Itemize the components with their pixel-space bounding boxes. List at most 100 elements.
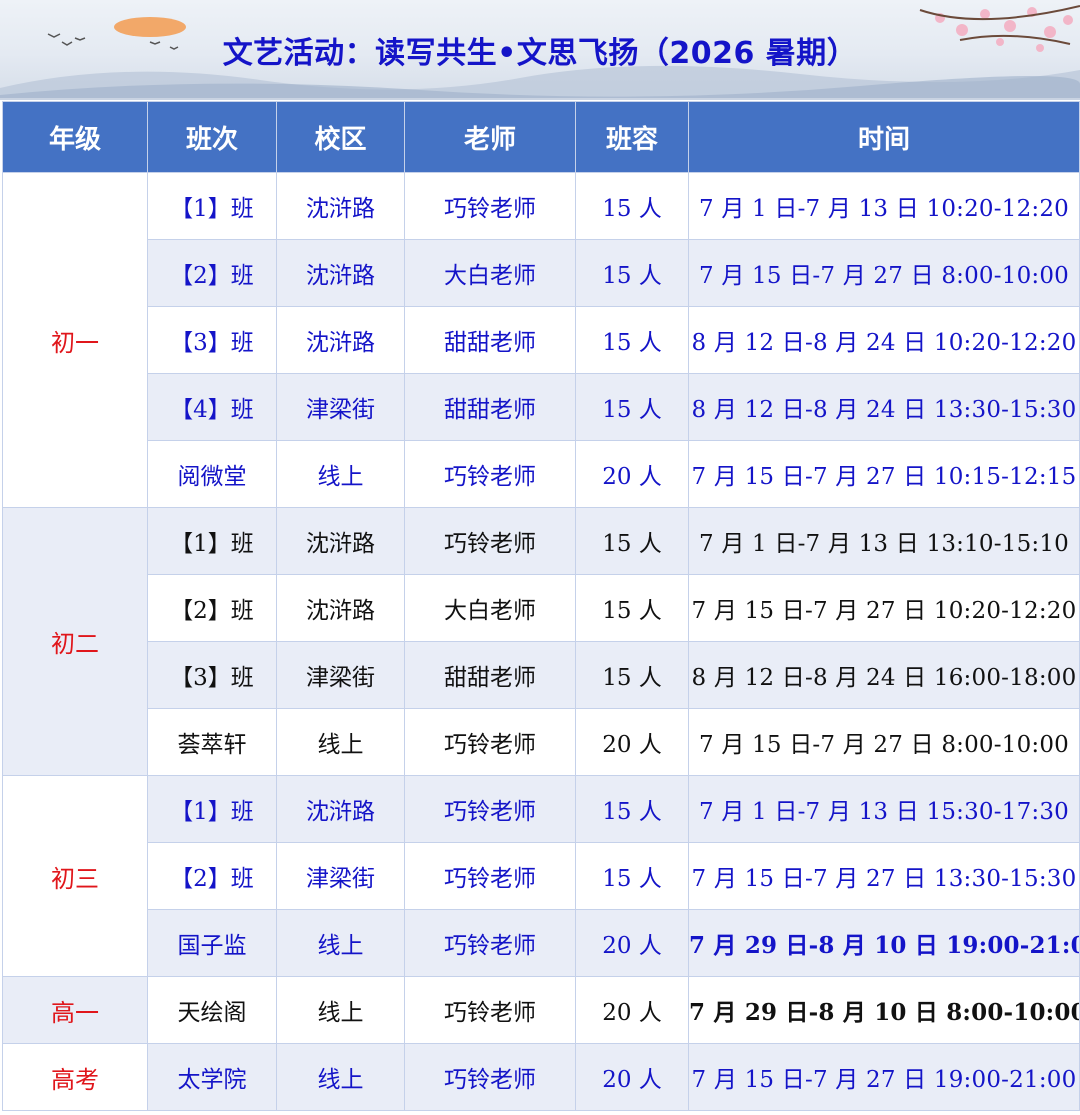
table-row: 阅微堂 线上 巧铃老师 20 人7 月 15 日-7 月 27 日 10:15-12:… (3, 440, 1080, 508)
table-row: 【2】班 沈浒路 大白老师 15 人7 月 15 日-7 月 27 日 8:00-10… (3, 239, 1080, 307)
size-cell: 20 人 (575, 708, 689, 776)
class-cell: 【3】班 (147, 641, 277, 709)
size-cell: 15 人 (575, 172, 689, 240)
grade-cell: 初三 (2, 775, 148, 977)
time-cell: 7 月 15 日-7 月 27 日 13:30-15:30 (688, 842, 1080, 910)
column-header-grade: 年级 (2, 101, 148, 173)
campus-cell: 沈浒路 (276, 306, 405, 374)
column-header-size: 班容 (575, 101, 689, 173)
size-cell: 15 人 (575, 239, 689, 307)
size-cell: 20 人 (575, 440, 689, 508)
campus-cell: 津梁街 (276, 641, 405, 709)
grade-cell: 初二 (2, 507, 148, 776)
size-cell: 15 人 (575, 574, 689, 642)
campus-cell: 线上 (276, 976, 405, 1044)
teacher-cell: 巧铃老师 (404, 1043, 576, 1111)
class-cell: 阅微堂 (147, 440, 277, 508)
teacher-cell: 巧铃老师 (404, 909, 576, 977)
table-row: 【3】班 沈浒路 甜甜老师 15 人8 月 12 日-8 月 24 日 10:20-1… (3, 306, 1080, 374)
campus-cell: 沈浒路 (276, 574, 405, 642)
time-cell: 7 月 15 日-7 月 27 日 10:15-12:15 (688, 440, 1080, 508)
class-cell: 荟萃轩 (147, 708, 277, 776)
campus-cell: 沈浒路 (276, 507, 405, 575)
table-row: 【2】班 沈浒路 大白老师 15 人7 月 15 日-7 月 27 日 10:20-1… (3, 574, 1080, 642)
grade-cell: 初一 (2, 172, 148, 508)
teacher-cell: 甜甜老师 (404, 373, 576, 441)
time-cell: 7 月 15 日-7 月 27 日 19:00-21:00 (688, 1043, 1080, 1111)
table-row: 【4】班 津梁街 甜甜老师 15 人8 月 12 日-8 月 24 日 13:30-1… (3, 373, 1080, 441)
teacher-cell: 巧铃老师 (404, 976, 576, 1044)
class-cell: 【2】班 (147, 574, 277, 642)
time-cell: 8 月 12 日-8 月 24 日 13:30-15:30 (688, 373, 1080, 441)
table-row: 高一 天绘阁 线上 巧铃老师 20 人7 月 29 日-8 月 10 日 8:00-10… (2, 976, 1080, 1044)
teacher-cell: 甜甜老师 (404, 641, 576, 709)
table-header: 年级 班次 校区 老师 班容 时间 (2, 101, 1080, 173)
size-cell: 15 人 (575, 306, 689, 374)
grade-cell: 高一 (2, 976, 148, 1044)
teacher-cell: 甜甜老师 (404, 306, 576, 374)
class-cell: 【4】班 (147, 373, 277, 441)
time-cell: 8 月 12 日-8 月 24 日 16:00-18:00 (688, 641, 1080, 709)
campus-cell: 沈浒路 (276, 239, 405, 307)
table-row: 初一 【1】班 沈浒路 巧铃老师 15 人7 月 1 日-7 月 13 日 10:20-… (2, 172, 1080, 508)
time-cell: 8 月 12 日-8 月 24 日 10:20-12:20 (688, 306, 1080, 374)
table-row: 荟萃轩 线上 巧铃老师 20 人7 月 15 日-7 月 27 日 8:00-10:0… (3, 708, 1080, 776)
time-cell: 7 月 1 日-7 月 13 日 10:20-12:20 (688, 172, 1080, 240)
campus-cell: 线上 (276, 1043, 405, 1111)
size-cell: 15 人 (575, 507, 689, 575)
size-cell: 15 人 (575, 641, 689, 709)
column-header-teacher: 老师 (404, 101, 576, 173)
class-cell: 【3】班 (147, 306, 277, 374)
class-cell: 【1】班 (147, 507, 277, 575)
grade-cell: 高考 (2, 1043, 148, 1111)
class-cell: 天绘阁 (147, 976, 277, 1044)
teacher-cell: 大白老师 (404, 239, 576, 307)
teacher-cell: 巧铃老师 (404, 842, 576, 910)
campus-cell: 沈浒路 (276, 775, 405, 843)
teacher-cell: 巧铃老师 (404, 507, 576, 575)
campus-cell: 线上 (276, 909, 405, 977)
time-cell: 7 月 15 日-7 月 27 日 8:00-10:00 (688, 708, 1080, 776)
campus-cell: 线上 (276, 440, 405, 508)
size-cell: 15 人 (575, 775, 689, 843)
banner: 文艺活动：读写共生•文思飞扬（2026 暑期） (0, 0, 1080, 100)
column-header-time: 时间 (688, 101, 1080, 173)
size-cell: 20 人 (575, 976, 689, 1044)
time-cell: 7 月 1 日-7 月 13 日 13:10-15:10 (688, 507, 1080, 575)
time-cell: 7 月 1 日-7 月 13 日 15:30-17:30 (688, 775, 1080, 843)
page-title: 文艺活动：读写共生•文思飞扬（2026 暑期） (222, 36, 858, 71)
time-cell: 7 月 15 日-7 月 27 日 8:00-10:00 (688, 239, 1080, 307)
size-cell: 15 人 (575, 842, 689, 910)
table-row: 初三 【1】班 沈浒路 巧铃老师 15 人7 月 1 日-7 月 13 日 15:30-… (2, 775, 1080, 977)
table-row: 【2】班 津梁街 巧铃老师 15 人7 月 15 日-7 月 27 日 13:30-1… (3, 842, 1080, 910)
table-row: 高考 太学院 线上 巧铃老师 20 人7 月 15 日-7 月 27 日 19:00-2… (2, 1043, 1080, 1111)
class-cell: 【1】班 (147, 172, 277, 240)
size-cell: 20 人 (575, 1043, 689, 1111)
column-header-campus: 校区 (276, 101, 405, 173)
class-cell: 【2】班 (147, 239, 277, 307)
time-cell: 7 月 29 日-8 月 10 日 8:00-10:00 (688, 976, 1080, 1044)
column-header-class: 班次 (147, 101, 277, 173)
class-cell: 太学院 (147, 1043, 277, 1111)
time-cell: 7 月 15 日-7 月 27 日 10:20-12:20 (688, 574, 1080, 642)
teacher-cell: 巧铃老师 (404, 708, 576, 776)
size-cell: 15 人 (575, 373, 689, 441)
teacher-cell: 巧铃老师 (404, 172, 576, 240)
campus-cell: 线上 (276, 708, 405, 776)
campus-cell: 沈浒路 (276, 172, 405, 240)
campus-cell: 津梁街 (276, 842, 405, 910)
table-row: 【3】班 津梁街 甜甜老师 15 人8 月 12 日-8 月 24 日 16:00-1… (3, 641, 1080, 709)
time-cell: 7 月 29 日-8 月 10 日 19:00-21:00 (688, 909, 1080, 977)
campus-cell: 津梁街 (276, 373, 405, 441)
teacher-cell: 大白老师 (404, 574, 576, 642)
schedule-table: 年级 班次 校区 老师 班容 时间 初一 【1】班 沈浒路 巧铃老师 15 人7 月 1 日-7 … (2, 101, 1080, 1111)
table-row: 初二 【1】班 沈浒路 巧铃老师 15 人7 月 1 日-7 月 13 日 13:10-… (2, 507, 1080, 776)
size-cell: 20 人 (575, 909, 689, 977)
class-cell: 【2】班 (147, 842, 277, 910)
teacher-cell: 巧铃老师 (404, 440, 576, 508)
class-cell: 【1】班 (147, 775, 277, 843)
table-body: 初一 【1】班 沈浒路 巧铃老师 15 人7 月 1 日-7 月 13 日 10:20-… (2, 172, 1080, 1111)
class-cell: 国子监 (147, 909, 277, 977)
teacher-cell: 巧铃老师 (404, 775, 576, 843)
table-row: 国子监 线上 巧铃老师 20 人7 月 29 日-8 月 10 日 19:00-21:… (3, 909, 1080, 977)
